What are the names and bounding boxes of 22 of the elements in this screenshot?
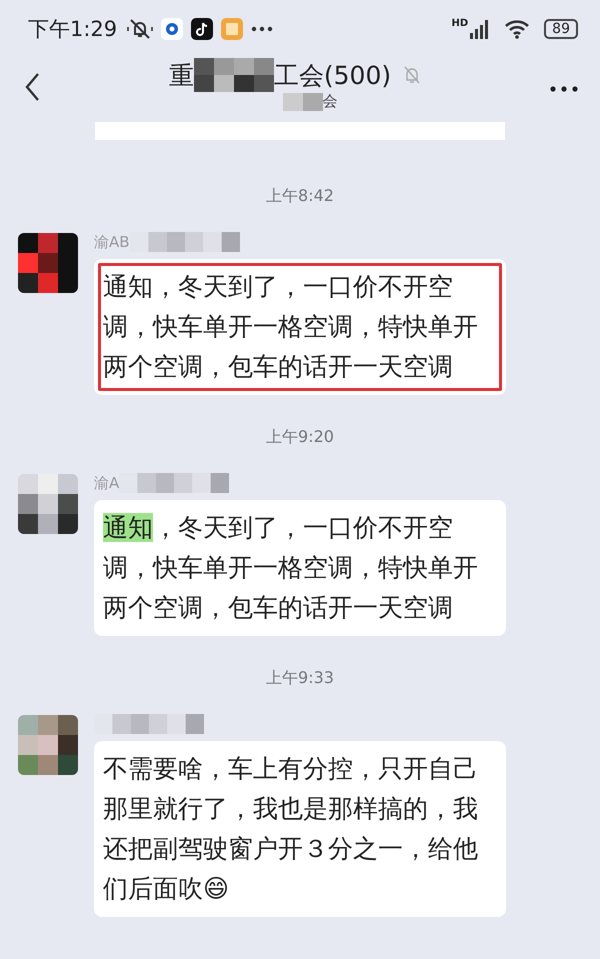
back-icon[interactable] — [24, 72, 40, 102]
message-text: 通知，冬天到了，一口价不开空调，快车单开一格空调，特快单开两个空调，包车的话开一天空调 — [102, 512, 479, 624]
timestamp: 上午9:33 — [266, 668, 334, 689]
gallery-icon — [221, 18, 244, 40]
chat-subtitle: 会 — [322, 92, 338, 111]
muted-bell-icon — [127, 18, 154, 40]
chat-title-end: 工会(500) — [274, 60, 392, 92]
music-note-icon — [191, 18, 214, 40]
chat-title-start: 重 — [168, 60, 194, 92]
wifi-icon — [504, 19, 530, 39]
timestamp: 上午9:20 — [266, 427, 334, 448]
sender-name: 渝AB — [94, 232, 130, 252]
sender-name: 渝A — [94, 474, 120, 492]
battery-indicator: 89 — [544, 19, 578, 39]
timestamp: 上午8:42 — [266, 186, 334, 207]
app-icon — [161, 18, 184, 40]
more-notifications-icon — [251, 26, 274, 32]
status-time: 下午1:29 — [28, 16, 118, 43]
message-text: 通知，冬天到了，一口价不开空调，快车单开一格空调，特快单开两个空调，包车的话开一天空调 — [98, 263, 502, 391]
more-options-icon[interactable] — [550, 86, 578, 92]
network-label: HD — [452, 18, 468, 28]
message-text: 不需要啥，车上有分控，只开自己那里就行了，我也是那样搞的，我还把副驾驶窗户开３分之一，给他们后面吹😄 — [102, 753, 479, 905]
